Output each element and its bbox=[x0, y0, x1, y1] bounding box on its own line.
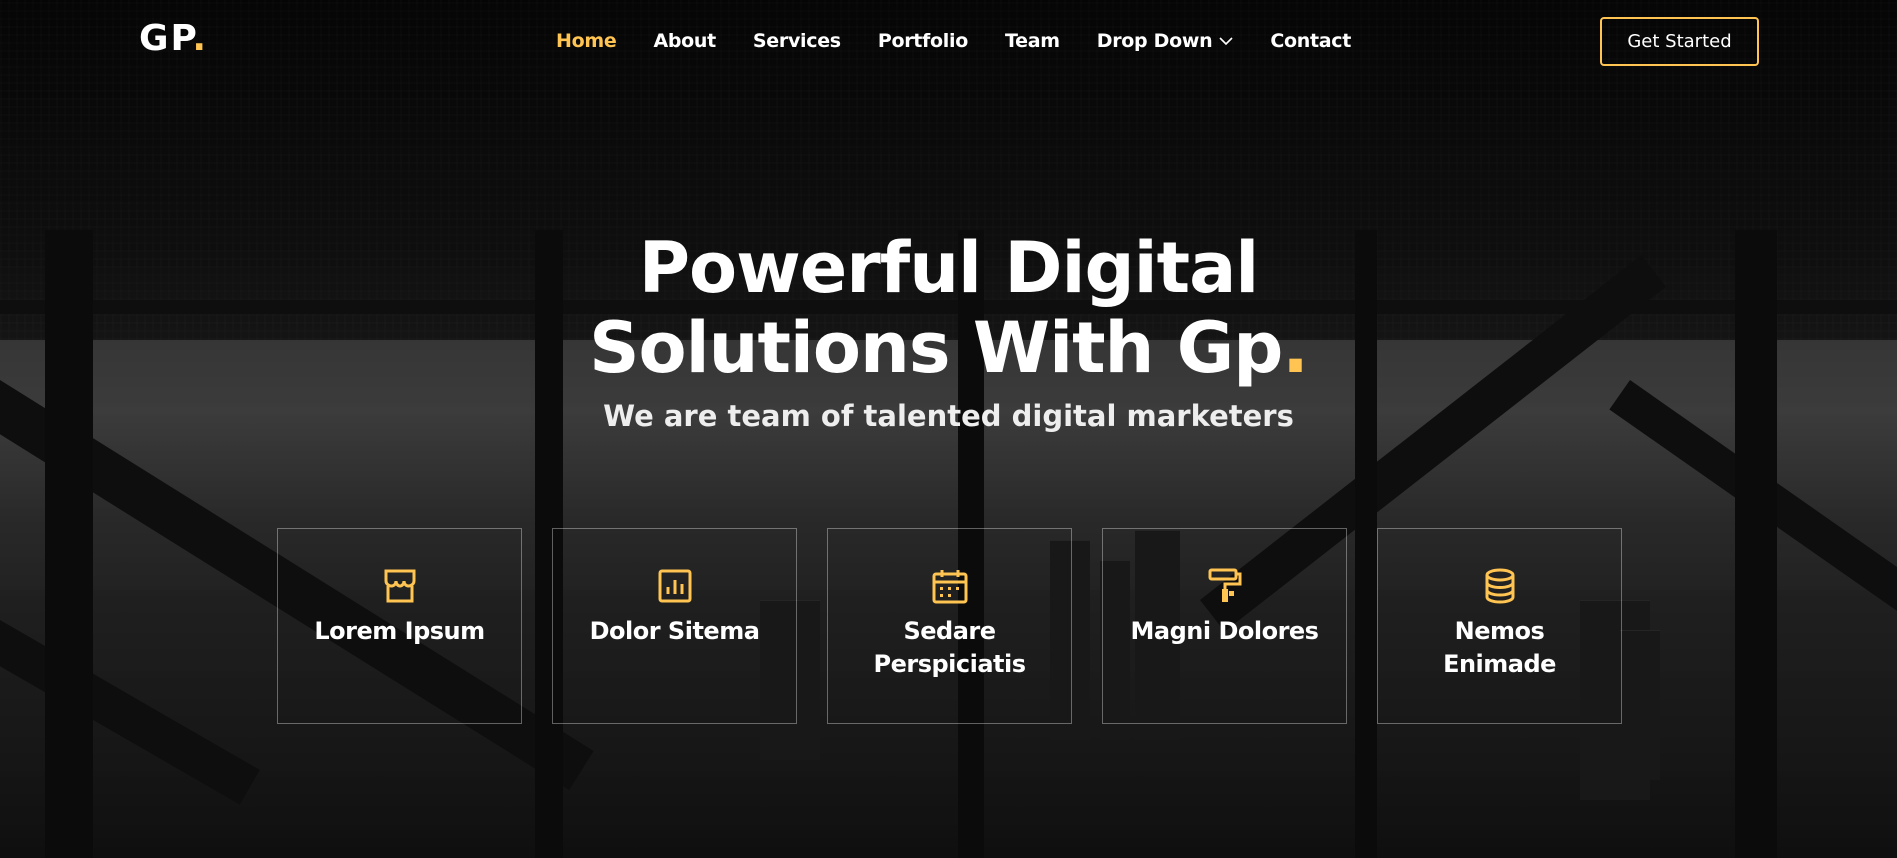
hero-title-line2: Solutions With Gp bbox=[589, 307, 1283, 389]
hero-title: Powerful Digital Solutions With Gp. bbox=[0, 228, 1897, 388]
chevron-down-icon bbox=[1219, 37, 1233, 46]
nav-item-services[interactable]: Services bbox=[753, 30, 841, 52]
hero-title-dot: . bbox=[1282, 307, 1309, 389]
nav-item-dropdown[interactable]: Drop Down bbox=[1097, 30, 1234, 52]
nav-item-contact[interactable]: Contact bbox=[1270, 30, 1351, 52]
paint-roller-icon bbox=[1208, 568, 1241, 602]
feature-box-magni-dolores[interactable]: Magni Dolores bbox=[1102, 528, 1347, 724]
feature-box-nemos-enimade[interactable]: Nemos Enimade bbox=[1377, 528, 1622, 724]
feature-label: Sedare Perspiciatis bbox=[873, 617, 1026, 678]
feature-box-dolor-sitema[interactable]: Dolor Sitema bbox=[552, 528, 797, 724]
bar-chart-icon bbox=[658, 569, 691, 603]
get-started-button[interactable]: Get Started bbox=[1600, 17, 1759, 66]
feature-label: Lorem Ipsum bbox=[314, 617, 485, 645]
nav-item-home[interactable]: Home bbox=[556, 30, 617, 52]
calendar-icon bbox=[932, 570, 967, 604]
feature-label: Nemos Enimade bbox=[1443, 617, 1556, 678]
store-icon bbox=[384, 569, 415, 603]
site-header: GP. Home About Services Portfolio Team D… bbox=[0, 0, 1897, 82]
main-nav: Home About Services Portfolio Team Drop … bbox=[556, 0, 1388, 82]
logo-dot: . bbox=[192, 18, 209, 59]
nav-item-portfolio[interactable]: Portfolio bbox=[878, 30, 968, 52]
nav-item-about[interactable]: About bbox=[653, 30, 716, 52]
feature-label: Dolor Sitema bbox=[589, 617, 760, 645]
feature-boxes: Lorem Ipsum Dolor Sitema Sedare Perspici… bbox=[277, 528, 1652, 724]
database-icon bbox=[1485, 568, 1514, 604]
site-logo[interactable]: GP. bbox=[139, 18, 208, 59]
hero-title-line1: Powerful Digital bbox=[638, 227, 1260, 309]
logo-text: GP bbox=[139, 18, 193, 59]
feature-box-lorem-ipsum[interactable]: Lorem Ipsum bbox=[277, 528, 522, 724]
feature-box-sedare-perspiciatis[interactable]: Sedare Perspiciatis bbox=[827, 528, 1072, 724]
nav-item-team[interactable]: Team bbox=[1005, 30, 1060, 52]
feature-label: Magni Dolores bbox=[1130, 617, 1319, 645]
hero-subtitle: We are team of talented digital marketer… bbox=[603, 399, 1294, 433]
